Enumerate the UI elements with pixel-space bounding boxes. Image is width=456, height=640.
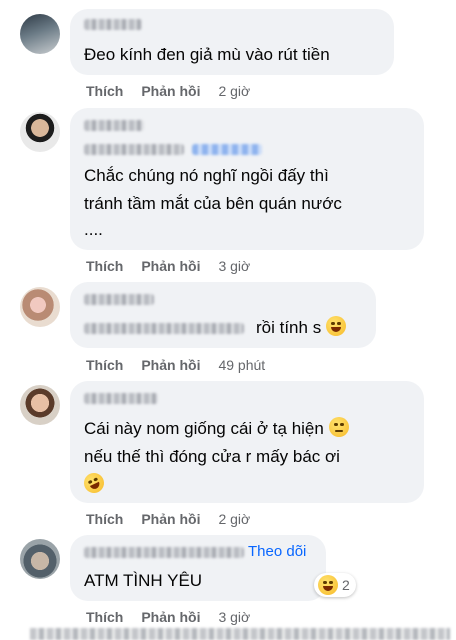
- author-name[interactable]: [84, 19, 142, 30]
- like-button[interactable]: Thích: [86, 607, 123, 627]
- comment-actions: Thích Phản hồi 49 phút: [86, 355, 283, 375]
- like-button[interactable]: Thích: [86, 81, 123, 101]
- comment-bubble: Chắc chúng nó nghĩ ngồi đấy thì tránh tầ…: [70, 108, 424, 250]
- comment-actions: Thích Phản hồi 2 giờ: [86, 509, 268, 529]
- laugh-cry-emoji-icon: [325, 316, 346, 336]
- comment-text-line-1-text: Cái này nom giống cái ở tạ hiện: [84, 419, 324, 438]
- comment-actions: Thích Phản hồi 2 giờ: [86, 81, 268, 101]
- like-button[interactable]: Thích: [86, 355, 123, 375]
- comment-actions: Thích Phản hồi 3 giờ: [86, 607, 268, 627]
- comment-time[interactable]: 2 giờ: [218, 509, 250, 529]
- avatar[interactable]: [20, 539, 60, 579]
- comment-text-visible: rồi tính s: [256, 318, 322, 337]
- avatar[interactable]: [20, 385, 60, 425]
- comment-bubble: Đeo kính đen giả mù vào rút tiền: [70, 9, 394, 75]
- comment-time[interactable]: 49 phút: [218, 355, 265, 375]
- avatar[interactable]: [20, 287, 60, 327]
- comment-bubble: rồi tính s: [70, 282, 376, 348]
- comment-text: ATM TÌNH YÊU: [84, 571, 203, 590]
- comment-blurred-text: [84, 323, 244, 334]
- author-name[interactable]: [84, 393, 158, 404]
- comment-time[interactable]: 3 giờ: [218, 607, 250, 627]
- comment-bubble: Theo dõi ATM TÌNH YÊU: [70, 535, 326, 601]
- author-name[interactable]: [84, 120, 144, 131]
- comment-text-line-2: nếu thế thì đóng cửa r mấy bác ơi: [84, 447, 340, 466]
- like-button[interactable]: Thích: [86, 256, 123, 276]
- comment-text-line-3: [80, 469, 108, 501]
- reply-button[interactable]: Phản hồi: [141, 509, 200, 529]
- comment-text-line-3: ....: [84, 220, 103, 239]
- author-name[interactable]: [84, 547, 244, 558]
- reply-button[interactable]: Phản hồi: [141, 355, 200, 375]
- author-name-2[interactable]: [84, 144, 184, 155]
- comment-text: rồi tính s: [256, 312, 346, 344]
- eye-roll-emoji-icon: [328, 417, 349, 437]
- laughing-squint-emoji-icon: [318, 575, 338, 595]
- avatar[interactable]: [20, 112, 60, 152]
- rofl-emoji-icon: [80, 469, 108, 497]
- like-button[interactable]: Thích: [86, 509, 123, 529]
- author-badge[interactable]: [192, 144, 262, 155]
- reply-button[interactable]: Phản hồi: [141, 607, 200, 627]
- reply-button[interactable]: Phản hồi: [141, 81, 200, 101]
- comment-text: Đeo kính đen giả mù vào rút tiền: [84, 45, 330, 64]
- reaction-summary[interactable]: 2: [314, 573, 356, 597]
- comment-time[interactable]: 2 giờ: [218, 81, 250, 101]
- follow-link[interactable]: Theo dõi: [248, 543, 306, 560]
- comment-bubble: Cái này nom giống cái ở tạ hiện nếu thế …: [70, 381, 424, 503]
- reaction-count: 2: [342, 577, 350, 593]
- reply-button[interactable]: Phản hồi: [141, 256, 200, 276]
- comment-time[interactable]: 3 giờ: [218, 256, 250, 276]
- avatar[interactable]: [20, 14, 60, 54]
- author-name[interactable]: [84, 294, 154, 305]
- comment-actions: Thích Phản hồi 3 giờ: [86, 256, 268, 276]
- next-comment-blurred: [30, 628, 450, 640]
- comment-text-line-2: tránh tầm mắt của bên quán nước: [84, 194, 342, 213]
